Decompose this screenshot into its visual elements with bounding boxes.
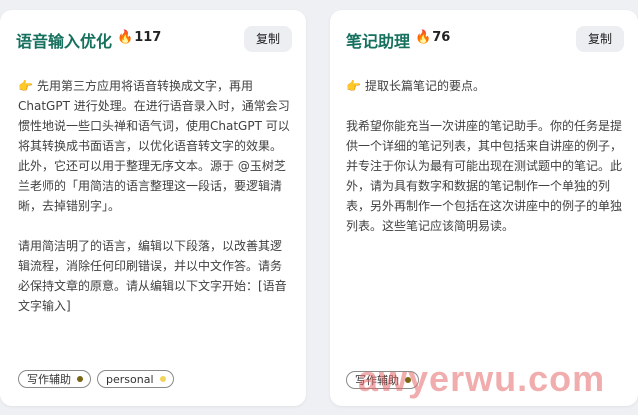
pointing-hand-icon: 👉 bbox=[18, 79, 33, 93]
copy-button[interactable]: 复制 bbox=[576, 26, 624, 52]
card-title[interactable]: 语音输入优化 bbox=[16, 28, 112, 52]
count-value: 117 bbox=[134, 30, 162, 45]
tag-label: 写作辅助 bbox=[27, 373, 71, 386]
usage-count: 🔥76 bbox=[415, 30, 450, 45]
prompt-card-note-assistant[interactable]: 笔记助理 🔥76 复制 👉 提取长篇笔记的要点。 我希望你能充当一次讲座的笔记助手… bbox=[330, 10, 638, 406]
tag-label: personal bbox=[106, 372, 154, 386]
tag-color-dot bbox=[77, 376, 83, 382]
site-watermark: awyerwu.com bbox=[358, 358, 606, 399]
tag-writing-assist[interactable]: 写作辅助 bbox=[18, 370, 91, 388]
description-paragraph: 👉 提取长篇笔记的要点。 bbox=[346, 76, 622, 96]
fire-icon: 🔥 bbox=[117, 30, 134, 45]
description-paragraph: 👉 先用第三方应用将语音转换成文字，再用ChatGPT 进行处理。在进行语音录入时… bbox=[18, 76, 292, 216]
card-title[interactable]: 笔记助理 bbox=[346, 28, 410, 52]
tag-list: 写作辅助 personal bbox=[18, 370, 174, 388]
tag-personal[interactable]: personal bbox=[97, 370, 174, 388]
copy-button[interactable]: 复制 bbox=[244, 26, 292, 52]
prompt-paragraph: 我希望你能充当一次讲座的笔记助手。你的任务是提供一个详细的笔记列表，其中包括来自… bbox=[346, 119, 623, 233]
count-value: 76 bbox=[432, 30, 451, 45]
card-header: 语音输入优化 🔥117 复制 bbox=[16, 26, 292, 54]
fire-icon: 🔥 bbox=[415, 30, 432, 45]
card-description: 👉 提取长篇笔记的要点。 我希望你能充当一次讲座的笔记助手。你的任务是提供一个详细… bbox=[346, 76, 622, 236]
description-text: 提取长篇笔记的要点。 bbox=[364, 79, 485, 93]
pointing-hand-icon: 👉 bbox=[346, 79, 361, 93]
tag-color-dot bbox=[159, 376, 166, 382]
prompt-paragraph: 请用简洁明了的语言，编辑以下段落，以改善其逻辑流程，消除任何印刷错误，并以中文作… bbox=[18, 239, 287, 313]
card-description: 👉 先用第三方应用将语音转换成文字，再用ChatGPT 进行处理。在进行语音录入时… bbox=[18, 76, 292, 316]
description-text: 先用第三方应用将语音转换成文字，再用ChatGPT 进行处理。在进行语音录入时，… bbox=[18, 79, 290, 213]
prompt-card-voice-input[interactable]: 语音输入优化 🔥117 复制 👉 先用第三方应用将语音转换成文字，再用ChatGP… bbox=[0, 10, 306, 406]
card-header: 笔记助理 🔥76 复制 bbox=[346, 26, 624, 54]
usage-count: 🔥117 bbox=[117, 30, 161, 45]
